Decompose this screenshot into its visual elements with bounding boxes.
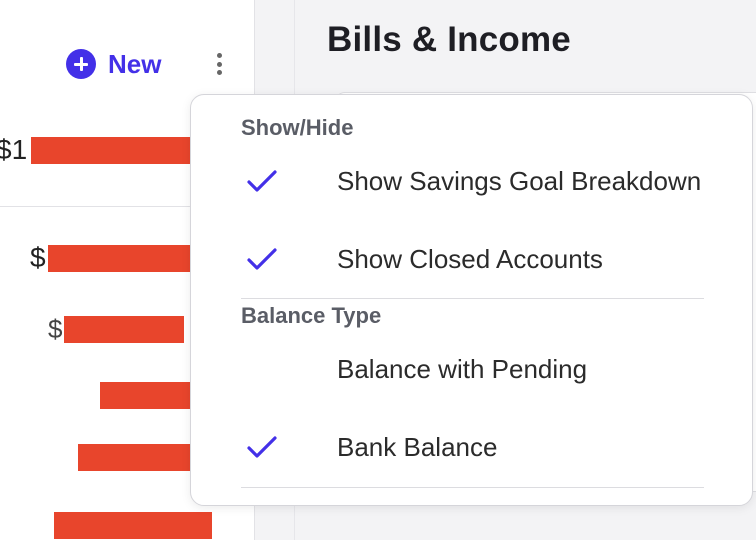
plus-circle-icon — [66, 49, 96, 79]
account-balance-row[interactable]: $ — [30, 242, 198, 274]
options-menu: Show/Hide Show Savings Goal Breakdown Sh… — [190, 94, 753, 506]
menu-item-show-closed-accounts[interactable]: Show Closed Accounts — [231, 231, 711, 287]
menu-item-label: Balance with Pending — [337, 353, 588, 384]
menu-item-label: Bank Balance — [337, 431, 498, 462]
account-balance-row[interactable]: $ — [48, 314, 185, 345]
total-balance-prefix: $1 — [0, 134, 28, 165]
total-balance: $1 — [0, 134, 204, 166]
redacted-value — [47, 244, 198, 272]
checkmark-icon — [245, 431, 277, 463]
menu-item-balance-with-pending[interactable]: Balance with Pending — [231, 341, 711, 397]
redacted-value — [31, 136, 204, 164]
checkmark-placeholder — [245, 353, 277, 385]
account-balance-prefix: $ — [48, 314, 63, 344]
more-options-icon[interactable] — [212, 50, 226, 78]
page-title: Bills & Income — [327, 20, 571, 59]
menu-divider — [241, 298, 704, 299]
menu-divider — [241, 487, 704, 488]
account-balance-row[interactable] — [54, 512, 212, 539]
new-button[interactable]: New — [66, 48, 161, 80]
menu-item-label: Show Savings Goal Breakdown — [337, 165, 702, 196]
section-header-balance-type: Balance Type — [241, 303, 382, 328]
redacted-value — [54, 512, 212, 539]
account-balance-prefix: $ — [30, 242, 46, 273]
menu-item-label: Show Closed Accounts — [337, 243, 603, 274]
new-button-label: New — [108, 48, 162, 79]
redacted-value — [64, 316, 185, 343]
checkmark-icon — [245, 165, 277, 197]
section-header-show-hide: Show/Hide — [241, 115, 354, 140]
checkmark-icon — [245, 243, 277, 275]
menu-item-bank-balance[interactable]: Bank Balance — [231, 419, 711, 475]
menu-item-show-savings-goal-breakdown[interactable]: Show Savings Goal Breakdown — [231, 153, 711, 209]
